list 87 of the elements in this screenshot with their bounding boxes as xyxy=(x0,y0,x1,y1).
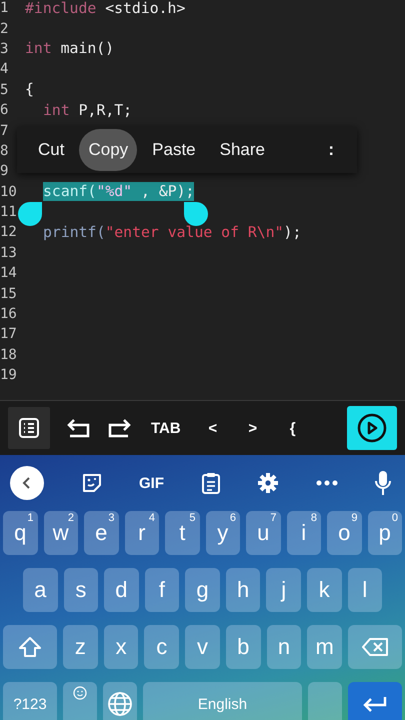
more-button[interactable]: : xyxy=(319,127,343,173)
keyboard-key[interactable]: d xyxy=(104,568,139,612)
mic-icon[interactable] xyxy=(374,470,392,496)
symbol-key[interactable]: TAB xyxy=(146,420,186,436)
key-hint: 7 xyxy=(270,512,276,524)
code-line: int P,R,T; xyxy=(42,100,132,120)
line-number: 2 xyxy=(0,20,10,37)
key-hint: 4 xyxy=(148,512,155,524)
line-number: 9 xyxy=(0,163,10,180)
line-number: 11 xyxy=(0,204,18,220)
keyboard-key[interactable]: f xyxy=(144,568,180,612)
key-hint: 9 xyxy=(351,512,358,524)
selection-handle[interactable] xyxy=(184,202,208,226)
menu-item[interactable]: Paste xyxy=(143,127,205,173)
keyboard-key[interactable]: m xyxy=(307,625,342,669)
settings-icon[interactable] xyxy=(257,472,279,494)
line-number: 16 xyxy=(0,306,18,322)
space-bar[interactable]: English xyxy=(143,682,302,720)
symbol-key[interactable]: { xyxy=(280,420,306,436)
backspace-icon xyxy=(361,637,390,657)
key-hint: 8 xyxy=(310,512,317,524)
key-hint: 5 xyxy=(189,512,196,524)
symbol-key[interactable]: < xyxy=(200,420,226,436)
symbol-key[interactable]: > xyxy=(240,420,266,436)
keyboard-key[interactable]: s xyxy=(64,568,98,612)
keyboard-key[interactable]: j xyxy=(266,568,301,612)
clipboard-icon[interactable] xyxy=(200,471,220,495)
more-icon[interactable] xyxy=(316,480,338,486)
keyboard-key[interactable]: k xyxy=(306,568,342,612)
line-number: 15 xyxy=(0,286,18,302)
key-hint: 3 xyxy=(108,512,114,524)
run-button[interactable] xyxy=(347,406,397,450)
line-number: 13 xyxy=(0,244,18,261)
menu-item[interactable]: Copy xyxy=(79,129,138,171)
line-number: 7 xyxy=(0,122,10,139)
backspace-key[interactable] xyxy=(348,625,402,669)
line-number: 8 xyxy=(0,142,10,159)
code-line: { xyxy=(25,80,34,100)
keyboard-key[interactable]: n xyxy=(266,625,302,669)
keyboard-key[interactable]: h xyxy=(226,568,260,612)
keyboard-key[interactable]: i 8 xyxy=(286,511,321,555)
keyboard-key[interactable]: ?123 xyxy=(3,682,57,720)
list-icon xyxy=(18,417,40,439)
line-number: 6 xyxy=(0,102,10,118)
undo-icon[interactable] xyxy=(66,417,92,439)
line-number: 17 xyxy=(0,326,18,342)
keyboard-key[interactable]: a xyxy=(23,568,58,612)
back-button[interactable] xyxy=(10,466,44,500)
redo-icon[interactable] xyxy=(106,417,132,439)
keyboard-key[interactable]: x xyxy=(104,625,138,669)
play-icon xyxy=(357,413,387,443)
selection-handle[interactable] xyxy=(18,202,42,226)
line-number: 1 xyxy=(0,0,10,16)
shift-key[interactable] xyxy=(3,625,57,669)
line-number: 10 xyxy=(0,184,18,200)
keyboard-key[interactable]: z xyxy=(63,625,98,669)
keyboard-key[interactable]: c xyxy=(144,625,180,669)
key-hint: 0 xyxy=(392,512,398,524)
code-line: #include <stdio.h> xyxy=(25,0,186,18)
keyboard-key[interactable] xyxy=(103,682,137,720)
key-hint: 2 xyxy=(68,512,74,524)
key-hint: 6 xyxy=(230,512,236,524)
gif-button[interactable]: GIF xyxy=(139,474,164,492)
line-number: 4 xyxy=(0,61,10,78)
outline-button[interactable] xyxy=(8,407,50,449)
menu-item[interactable]: Share xyxy=(210,127,274,173)
sticker-icon[interactable] xyxy=(80,472,102,494)
menu-item[interactable]: Cut xyxy=(29,127,74,173)
keyboard-key[interactable]: b xyxy=(226,625,261,669)
code-line: printf("enter value of R\n"); xyxy=(42,222,302,242)
line-number: 12 xyxy=(0,224,18,240)
key-hint: 1 xyxy=(27,512,34,524)
keyboard-key[interactable] xyxy=(63,682,97,720)
smiley-icon xyxy=(73,686,87,700)
keyboard-key[interactable]: v xyxy=(185,625,220,669)
enter-key[interactable] xyxy=(348,682,402,720)
line-number: 3 xyxy=(0,40,10,57)
line-number: 18 xyxy=(0,346,18,363)
line-number: 5 xyxy=(0,82,10,98)
enter-icon xyxy=(362,695,388,713)
line-number: 14 xyxy=(0,265,18,282)
globe-icon xyxy=(107,691,133,717)
code-line: int main() xyxy=(25,39,114,58)
shift-icon xyxy=(18,636,42,658)
line-number: 19 xyxy=(0,367,18,384)
keyboard-key[interactable]: l xyxy=(348,568,382,612)
keyboard-key[interactable]: g xyxy=(185,568,220,612)
